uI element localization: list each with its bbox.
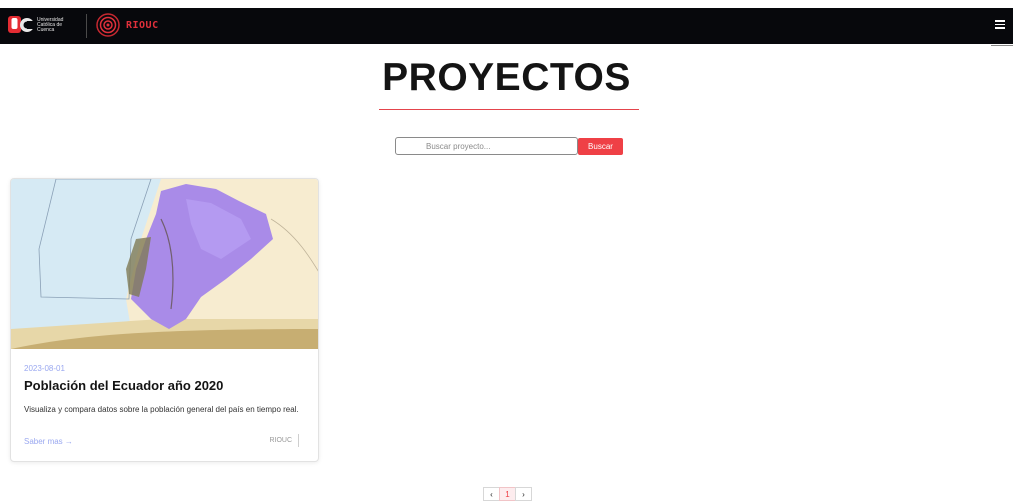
riouc-radar-icon bbox=[96, 13, 120, 37]
project-description: Visualiza y compara datos sobre la pobla… bbox=[24, 405, 299, 414]
prev-page-button[interactable]: ‹ bbox=[483, 487, 500, 501]
university-name: Universidad Católica de Cuenca bbox=[37, 16, 64, 33]
top-navbar: Universidad Católica de Cuenca RIOUC bbox=[0, 8, 1013, 44]
page-button-current[interactable]: 1 bbox=[499, 487, 516, 501]
title-divider bbox=[379, 109, 639, 110]
project-card[interactable]: 2023-08-01 Población del Ecuador año 202… bbox=[10, 178, 319, 462]
app-name: RIOUC bbox=[126, 19, 159, 31]
ecuador-map-image bbox=[11, 179, 318, 349]
ucc-shield-icon bbox=[8, 16, 34, 33]
pagination: ‹ 1 › bbox=[483, 487, 532, 501]
project-author: RIOUC bbox=[269, 437, 292, 444]
logo-divider bbox=[86, 14, 87, 38]
search-input[interactable] bbox=[395, 137, 578, 155]
project-date: 2023-08-01 bbox=[24, 364, 65, 373]
author-divider bbox=[298, 434, 299, 447]
university-logo[interactable]: Universidad Católica de Cuenca bbox=[8, 15, 79, 35]
search-button[interactable]: Buscar bbox=[578, 138, 623, 155]
menu-underline bbox=[991, 45, 1013, 46]
page-title: PROYECTOS bbox=[382, 56, 631, 99]
project-title: Población del Ecuador año 2020 bbox=[24, 378, 224, 393]
next-page-button[interactable]: › bbox=[515, 487, 532, 501]
hamburger-menu-icon[interactable] bbox=[993, 18, 1007, 32]
riouc-logo[interactable]: RIOUC bbox=[96, 13, 159, 37]
read-more-link[interactable]: Saber mas → bbox=[24, 437, 73, 446]
